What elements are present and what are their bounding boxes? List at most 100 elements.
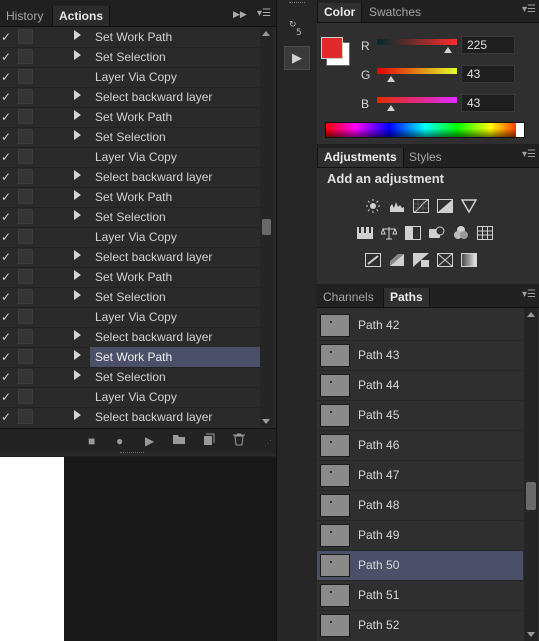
check-icon[interactable]: ✓ [1, 50, 13, 64]
check-icon[interactable]: ✓ [1, 370, 13, 384]
path-row[interactable]: Path 45 [317, 401, 523, 431]
slider-thumb[interactable] [386, 76, 395, 82]
channel-slider[interactable] [377, 68, 457, 82]
action-row[interactable]: ✓ Set Selection [0, 287, 260, 308]
dialog-toggle[interactable] [18, 329, 33, 344]
threshold-icon[interactable] [413, 253, 429, 267]
vibrance-icon[interactable] [357, 226, 373, 240]
curves-icon[interactable] [413, 199, 429, 213]
dialog-toggle[interactable] [18, 189, 33, 204]
action-row[interactable]: ✓ Set Work Path [0, 267, 260, 288]
expand-triangle-icon[interactable] [74, 290, 81, 300]
dialog-toggle[interactable] [18, 109, 33, 124]
strip-grip[interactable] [289, 2, 305, 6]
expand-triangle-icon[interactable] [74, 90, 81, 100]
expand-triangle-icon[interactable] [74, 370, 81, 380]
path-row[interactable]: Path 48 [317, 491, 523, 521]
dialog-toggle[interactable] [18, 209, 33, 224]
trash-icon[interactable] [233, 433, 245, 449]
check-icon[interactable]: ✓ [1, 250, 13, 264]
collapse-icon[interactable]: ▶▶ [233, 9, 247, 20]
expand-triangle-icon[interactable] [74, 410, 81, 420]
scroll-up-icon[interactable] [262, 31, 270, 36]
panel-menu-icon[interactable]: ▾☰ [522, 4, 536, 15]
dialog-toggle[interactable] [18, 129, 33, 144]
action-row[interactable]: ✓ Select backward layer [0, 167, 260, 188]
check-icon[interactable]: ✓ [1, 70, 13, 84]
action-row[interactable]: ✓ Set Work Path [0, 187, 260, 208]
tab-paths[interactable]: Paths [383, 288, 430, 307]
channel-slider[interactable] [377, 39, 457, 53]
expand-triangle-icon[interactable] [74, 110, 81, 120]
brightness-icon[interactable] [365, 199, 381, 213]
path-row[interactable]: Path 43 [317, 341, 523, 371]
scrollbar-thumb[interactable] [526, 481, 536, 510]
expand-triangle-icon[interactable] [74, 270, 81, 280]
new-action-icon[interactable] [203, 433, 215, 449]
dialog-toggle[interactable] [18, 389, 33, 404]
expand-triangle-icon[interactable] [74, 330, 81, 340]
check-icon[interactable]: ✓ [1, 110, 13, 124]
check-icon[interactable]: ✓ [1, 130, 13, 144]
check-icon[interactable]: ✓ [1, 350, 13, 364]
check-icon[interactable]: ✓ [1, 390, 13, 404]
panel-menu-icon[interactable]: ▾☰ [257, 8, 271, 19]
new-set-icon[interactable] [172, 433, 186, 448]
dialog-toggle[interactable] [18, 249, 33, 264]
foreground-color-swatch[interactable] [321, 37, 343, 59]
expand-triangle-icon[interactable] [74, 190, 81, 200]
action-row[interactable]: ✓ Layer Via Copy [0, 147, 260, 168]
action-row[interactable]: ✓ Select backward layer [0, 327, 260, 348]
document-canvas[interactable] [0, 457, 64, 641]
action-row[interactable]: ✓ Set Selection [0, 47, 260, 68]
panel-menu-icon[interactable]: ▾☰ [522, 149, 536, 160]
dialog-toggle[interactable] [18, 369, 33, 384]
action-row[interactable]: ✓ Set Work Path [0, 107, 260, 128]
tab-adjustments[interactable]: Adjustments [317, 148, 404, 167]
tab-color[interactable]: Color [317, 3, 363, 22]
expand-triangle-icon[interactable] [74, 50, 81, 60]
check-icon[interactable]: ✓ [1, 410, 13, 424]
scrollbar-thumb[interactable] [262, 219, 271, 235]
tab-swatches[interactable]: Swatches [363, 3, 427, 22]
color-lookup-icon[interactable] [477, 226, 493, 240]
tab-styles[interactable]: Styles [403, 148, 448, 167]
channel-slider[interactable] [377, 97, 457, 111]
expand-triangle-icon[interactable] [74, 210, 81, 220]
gradient-map-icon[interactable] [461, 253, 477, 267]
path-row[interactable]: Path 46 [317, 431, 523, 461]
path-row[interactable]: Path 50 [317, 551, 523, 581]
expand-triangle-icon[interactable] [74, 130, 81, 140]
triangle-icon[interactable] [460, 199, 478, 214]
expand-triangle-icon[interactable] [74, 170, 81, 180]
action-row[interactable]: ✓ Select backward layer [0, 87, 260, 108]
action-row[interactable]: ✓ Set Selection [0, 207, 260, 228]
action-row[interactable]: ✓ Select backward layer [0, 407, 260, 427]
tab-history[interactable]: History [0, 6, 49, 26]
tab-actions[interactable]: Actions [52, 6, 111, 26]
expand-triangle-icon[interactable] [74, 250, 81, 260]
check-icon[interactable]: ✓ [1, 290, 13, 304]
check-icon[interactable]: ✓ [1, 190, 13, 204]
selective-color-icon[interactable] [437, 253, 453, 267]
dialog-toggle[interactable] [18, 29, 33, 44]
slider-thumb[interactable] [386, 105, 395, 111]
check-icon[interactable]: ✓ [1, 150, 13, 164]
posterize-icon[interactable] [389, 253, 405, 267]
black-white-icon[interactable] [405, 226, 421, 240]
path-row[interactable]: Path 51 [317, 581, 523, 611]
balance-icon[interactable] [380, 226, 398, 240]
exposure-icon[interactable] [437, 199, 453, 213]
scroll-down-icon[interactable] [262, 419, 270, 424]
expand-triangle-icon[interactable] [74, 30, 81, 40]
dialog-toggle[interactable] [18, 229, 33, 244]
resize-grip-icon[interactable]: ⋰ [264, 439, 272, 448]
check-icon[interactable]: ✓ [1, 170, 13, 184]
check-icon[interactable]: ✓ [1, 270, 13, 284]
record-icon[interactable]: ● [116, 434, 123, 448]
channel-value-input[interactable]: 43 [461, 94, 515, 112]
tool-presets-icon[interactable]: ↻ 5 [289, 18, 305, 41]
dialog-toggle[interactable] [18, 149, 33, 164]
action-row[interactable]: ✓ Select backward layer [0, 247, 260, 268]
action-row[interactable]: ✓ Set Work Path [0, 347, 260, 368]
